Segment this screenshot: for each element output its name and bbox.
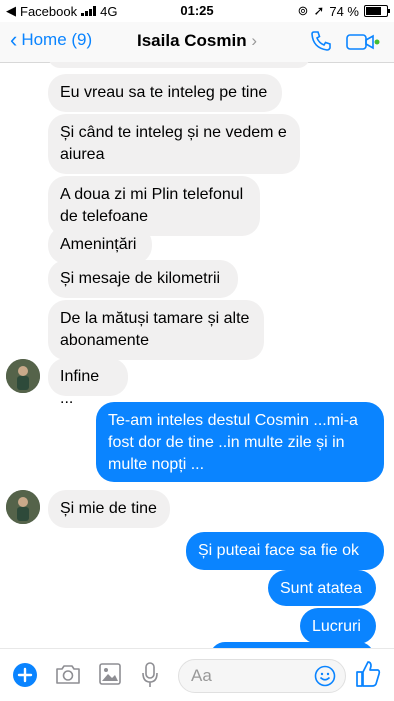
avatar-photo [6, 490, 40, 524]
battery-level [366, 7, 381, 15]
contact-avatar[interactable] [6, 490, 40, 524]
message-bubble[interactable]: Lucruri [300, 608, 376, 644]
phone-icon[interactable] [309, 29, 333, 53]
conversation-header: ‹ Home (9) Isaila Cosmin › [0, 22, 394, 63]
message-bubble[interactable]: De la mătuși tamare și alte abonamente [48, 300, 264, 360]
message-bubble-cut [48, 62, 310, 68]
emoji-icon[interactable] [314, 665, 336, 687]
message-bubble[interactable]: Și mesaje de kilometrii [48, 260, 238, 298]
like-icon[interactable] [354, 659, 382, 689]
contact-avatar[interactable] [6, 359, 40, 393]
composer-bar: Aa [0, 648, 394, 701]
battery-icon [364, 5, 390, 17]
title-chevron-icon: › [251, 31, 257, 50]
message-input-placeholder: Aa [191, 666, 212, 685]
image-icon[interactable] [98, 661, 122, 687]
message-bubble[interactable]: Și puteai face sa fie ok [186, 532, 384, 570]
message-bubble[interactable]: Și mie de tine [48, 490, 170, 528]
contact-title[interactable]: Isaila Cosmin › [0, 31, 394, 51]
plus-icon[interactable] [12, 662, 38, 688]
avatar-photo [6, 359, 40, 393]
video-icon[interactable] [346, 31, 380, 53]
contact-name: Isaila Cosmin [136, 31, 247, 50]
message-bubble[interactable]: Te-am inteles destul Cosmin ...mi-a fost… [96, 402, 384, 482]
rotation-lock-icon: ⊚ [297, 3, 309, 18]
message-list[interactable]: Eu vreau sa te inteleg pe tine Și când t… [0, 62, 394, 648]
status-bar: ◀ Facebook 4G 01:25 ⊚ ➚ 74 % [0, 0, 394, 22]
message-bubble[interactable]: Eu vreau sa te inteleg pe tine [48, 74, 282, 112]
battery-percent: 74 % [329, 3, 359, 19]
message-bubble[interactable]: Infine ... [48, 358, 128, 407]
online-dot [374, 39, 380, 45]
location-icon: ➚ [313, 3, 325, 18]
microphone-icon[interactable] [140, 661, 160, 689]
camera-icon[interactable] [54, 661, 82, 687]
message-bubble[interactable]: Amenințări [48, 226, 152, 264]
message-bubble[interactable]: Și când te inteleg și ne vedem e aiurea [48, 114, 300, 174]
message-bubble[interactable]: Sunt atatea [268, 570, 376, 606]
